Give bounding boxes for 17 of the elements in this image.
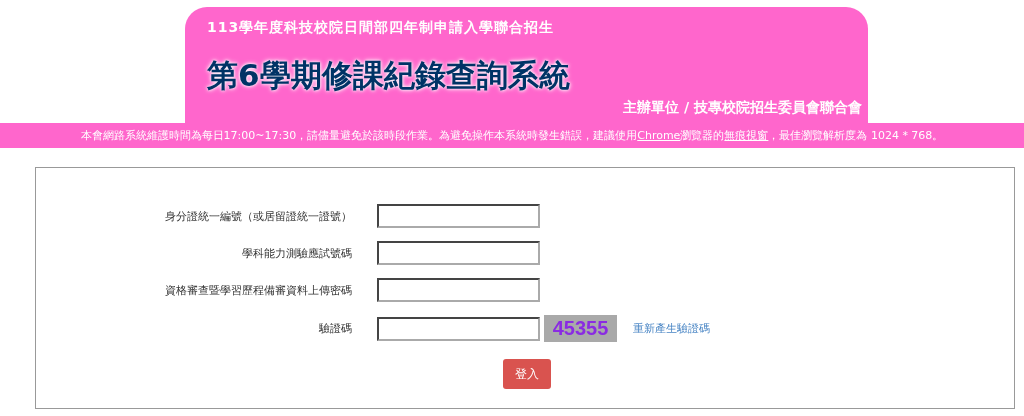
input-field[interactable] (377, 204, 540, 228)
input-field[interactable] (377, 241, 540, 265)
field-label: 資格審查暨學習歷程備審資料上傳密碼 (164, 282, 352, 298)
field-label: 身分證統一編號（或居留證統一證號） (164, 208, 352, 224)
page-title: 第6學期修課紀錄查詢系統 (207, 56, 570, 95)
header-subtitle: 113學年度科技校院日間部四年制申請入學聯合招生 (207, 19, 556, 37)
notice-link[interactable]: Chrome (637, 129, 681, 142)
notice-text: 本會網路系統維護時間為每日17:00~17:30，請儘量避免於該時段作業。為避免操作本系統時發生錯誤，建議使用Chrome瀏覽器的無痕視窗，最佳瀏覽解析度為 1024 * 768。 (80, 128, 944, 143)
login-button[interactable]: 登入 (503, 359, 551, 389)
field-label: 驗證碼 (318, 321, 352, 336)
notice-link[interactable]: 無痕視窗 (724, 129, 769, 142)
input-field[interactable] (377, 278, 540, 302)
input-field[interactable] (377, 316, 540, 341)
captcha-image: 45355 (544, 315, 617, 342)
organizer-text: 主辦單位 / 技專校院招生委員會聯合會 (623, 99, 862, 117)
refresh-captcha-link[interactable]: 重新產生驗證碼 (633, 321, 710, 336)
field-label: 學科能力測驗應試號碼 (241, 245, 352, 261)
